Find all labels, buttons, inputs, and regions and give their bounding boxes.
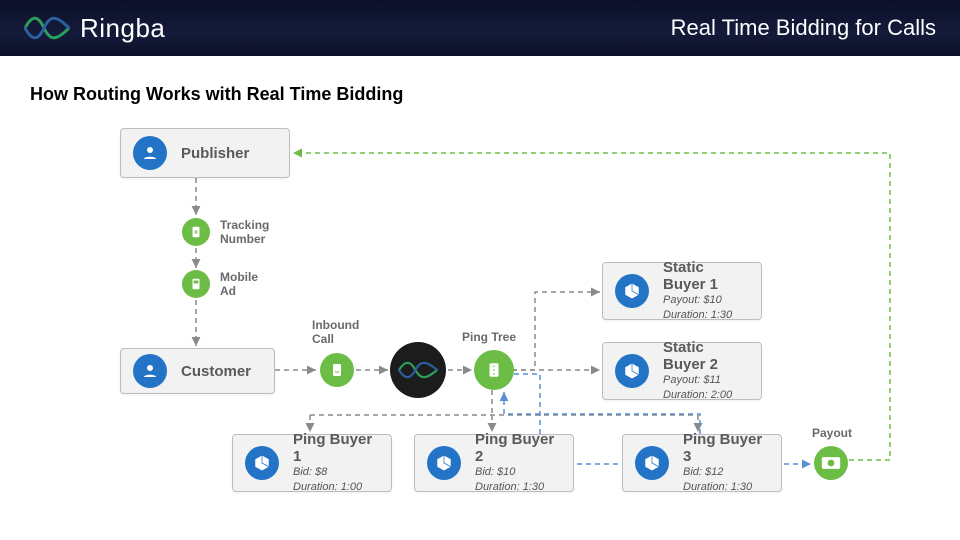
- ringba-wave-icon: [24, 13, 70, 43]
- ringba-node-icon: [390, 342, 446, 398]
- brand-name: Ringba: [80, 13, 165, 44]
- ping-buyer-1-duration: Duration: 1:00: [293, 480, 379, 495]
- static-buyer-2-title: Static Buyer 2: [663, 339, 749, 373]
- ping-tree-label: Ping Tree: [462, 330, 516, 344]
- section-title: How Routing Works with Real Time Bidding: [30, 84, 403, 105]
- publisher-title: Publisher: [181, 145, 249, 162]
- payout-icon: [814, 446, 848, 480]
- ping-buyer-1-bid: Bid: $8: [293, 465, 379, 480]
- tracking-number-label: Tracking Number: [220, 218, 269, 247]
- ping-tree-icon: [474, 350, 514, 390]
- ping-buyer-1-title: Ping Buyer 1: [293, 431, 379, 465]
- ping-buyer-3-bid: Bid: $12: [683, 465, 769, 480]
- node-customer: Customer: [120, 348, 275, 394]
- mobile-ad-icon: [182, 270, 210, 298]
- slide-title: Real Time Bidding for Calls: [671, 15, 936, 41]
- static-buyer-1-payout: Payout: $10: [663, 293, 749, 308]
- node-ping-buyer-2: Ping Buyer 2 Bid: $10 Duration: 1:30: [414, 434, 574, 492]
- cube-icon: [245, 446, 279, 480]
- person-icon: [133, 354, 167, 388]
- payout-label: Payout: [812, 426, 852, 440]
- ping-buyer-3-title: Ping Buyer 3: [683, 431, 769, 465]
- node-mobile-ad: Mobile Ad: [182, 270, 258, 299]
- cube-icon: [615, 354, 649, 388]
- ping-buyer-2-duration: Duration: 1:30: [475, 480, 561, 495]
- static-buyer-2-duration: Duration: 2:00: [663, 388, 749, 403]
- cube-icon: [635, 446, 669, 480]
- static-buyer-1-duration: Duration: 1:30: [663, 308, 749, 323]
- customer-title: Customer: [181, 363, 251, 380]
- static-buyer-2-payout: Payout: $11: [663, 373, 749, 388]
- ping-buyer-2-bid: Bid: $10: [475, 465, 561, 480]
- cube-icon: [615, 274, 649, 308]
- diagram-canvas: How Routing Works with Real Time Bidding: [0, 60, 960, 536]
- ping-buyer-2-title: Ping Buyer 2: [475, 431, 561, 465]
- node-ping-buyer-3: Ping Buyer 3 Bid: $12 Duration: 1:30: [622, 434, 782, 492]
- cube-icon: [427, 446, 461, 480]
- header-bar: Ringba Real Time Bidding for Calls: [0, 0, 960, 60]
- inbound-call-icon: [320, 353, 354, 387]
- hash-phone-icon: #: [182, 218, 210, 246]
- person-pin-icon: [133, 136, 167, 170]
- ping-buyer-3-duration: Duration: 1:30: [683, 480, 769, 495]
- mobile-ad-label: Mobile Ad: [220, 270, 258, 299]
- node-publisher: Publisher: [120, 128, 290, 178]
- node-tracking-number: # Tracking Number: [182, 218, 269, 247]
- node-ping-buyer-1: Ping Buyer 1 Bid: $8 Duration: 1:00: [232, 434, 392, 492]
- node-static-buyer-1: Static Buyer 1 Payout: $10 Duration: 1:3…: [602, 262, 762, 320]
- node-static-buyer-2: Static Buyer 2 Payout: $11 Duration: 2:0…: [602, 342, 762, 400]
- brand-logo: Ringba: [24, 13, 165, 44]
- inbound-call-label: Inbound Call: [312, 318, 359, 347]
- static-buyer-1-title: Static Buyer 1: [663, 259, 749, 293]
